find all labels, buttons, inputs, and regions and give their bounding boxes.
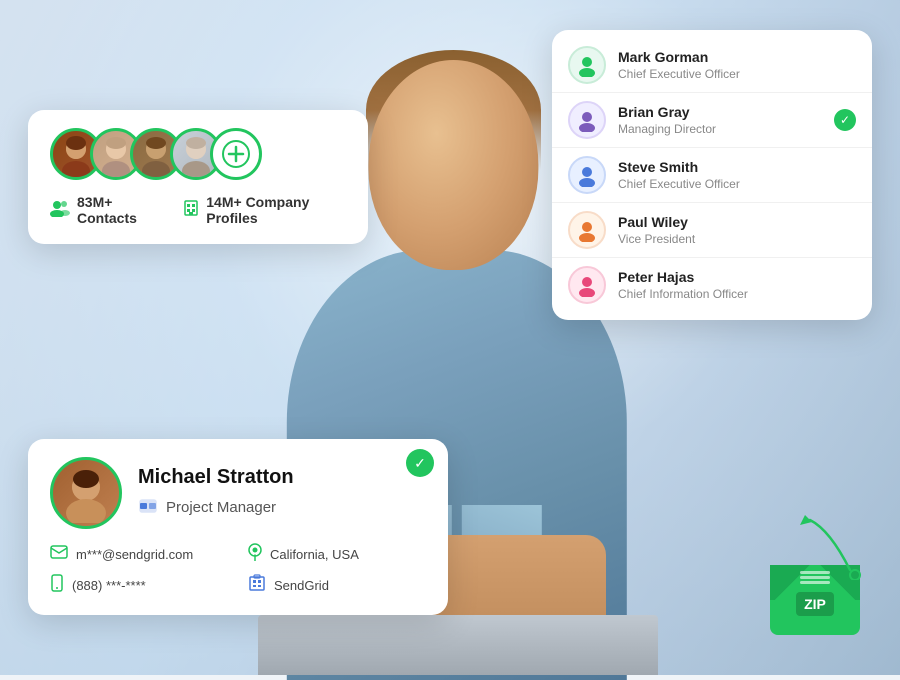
list-item[interactable]: Mark Gorman Chief Executive Officer — [552, 38, 872, 92]
location-value: California, USA — [270, 547, 359, 562]
laptop — [258, 615, 658, 675]
list-item[interactable]: Steve Smith Chief Executive Officer — [552, 147, 872, 202]
person-name-steve: Steve Smith — [618, 159, 856, 175]
zip-envelope: ZIP — [770, 565, 860, 635]
person-title-mark: Chief Executive Officer — [618, 67, 856, 81]
list-item[interactable]: Brian Gray Managing Director ✓ — [552, 92, 872, 147]
avatar-row — [50, 128, 346, 180]
stats-row: 83M+ Contacts 14M+ Company Profiles — [50, 194, 346, 226]
people-icon — [50, 199, 70, 222]
person-info-paul: Paul Wiley Vice President — [618, 214, 856, 246]
zip-arrow — [790, 510, 870, 580]
contact-details: m***@sendgrid.com California, USA (888 — [50, 543, 426, 597]
location-detail: California, USA — [248, 543, 426, 566]
person-title-peter: Chief Information Officer — [618, 287, 856, 301]
verified-badge-brian: ✓ — [834, 109, 856, 131]
company-stat: 14M+ Company Profiles — [183, 194, 346, 226]
person-info-mark: Mark Gorman Chief Executive Officer — [618, 49, 856, 81]
contact-role-label: Project Manager — [166, 499, 276, 516]
phone-detail: (888) ***-**** — [50, 574, 228, 597]
person-info-peter: Peter Hajas Chief Information Officer — [618, 269, 856, 301]
contacts-stat: 83M+ Contacts — [50, 194, 163, 226]
person-title-brian: Managing Director — [618, 122, 822, 136]
person-info-brian: Brian Gray Managing Director — [618, 104, 822, 136]
company-value: SendGrid — [274, 578, 329, 593]
contact-role: Project Manager — [138, 495, 426, 520]
person-title-paul: Vice President — [618, 232, 856, 246]
location-icon — [248, 543, 262, 566]
role-icon — [138, 495, 158, 520]
person-head — [368, 60, 538, 270]
contact-avatar — [50, 457, 122, 529]
contact-name-block: Michael Stratton Project Manager — [138, 466, 426, 520]
contact-header: Michael Stratton Project Manager ✓ — [50, 457, 426, 529]
contact-verified-badge: ✓ — [406, 449, 434, 477]
add-avatar-button[interactable] — [210, 128, 262, 180]
person-avatar-steve — [568, 156, 606, 194]
people-card: Mark Gorman Chief Executive Officer Bria… — [552, 30, 872, 320]
contact-name: Michael Stratton — [138, 466, 426, 489]
person-avatar-mark — [568, 46, 606, 84]
person-title-steve: Chief Executive Officer — [618, 177, 856, 191]
envelope-line — [800, 581, 830, 584]
person-info-steve: Steve Smith Chief Executive Officer — [618, 159, 856, 191]
email-detail: m***@sendgrid.com — [50, 543, 228, 566]
list-item[interactable]: Paul Wiley Vice President — [552, 202, 872, 257]
phone-icon — [50, 574, 64, 597]
building-icon — [183, 199, 199, 222]
person-avatar-peter — [568, 266, 606, 304]
list-item[interactable]: Peter Hajas Chief Information Officer — [552, 257, 872, 312]
person-name-paul: Paul Wiley — [618, 214, 856, 230]
person-name-brian: Brian Gray — [618, 104, 822, 120]
phone-value: (888) ***-**** — [72, 578, 146, 593]
person-name-peter: Peter Hajas — [618, 269, 856, 285]
email-value: m***@sendgrid.com — [76, 547, 193, 562]
email-icon — [50, 545, 68, 564]
person-avatar-paul — [568, 211, 606, 249]
person-name-mark: Mark Gorman — [618, 49, 856, 65]
contacts-stat-label: 83M+ Contacts — [77, 194, 163, 226]
company-stat-label: 14M+ Company Profiles — [206, 194, 346, 226]
contact-card: Michael Stratton Project Manager ✓ — [28, 439, 448, 615]
contacts-card: 83M+ Contacts 14M+ Company Profiles — [28, 110, 368, 244]
company-detail: SendGrid — [248, 574, 426, 597]
person-avatar-brian — [568, 101, 606, 139]
company-icon — [248, 574, 266, 597]
zip-label: ZIP — [796, 592, 834, 616]
